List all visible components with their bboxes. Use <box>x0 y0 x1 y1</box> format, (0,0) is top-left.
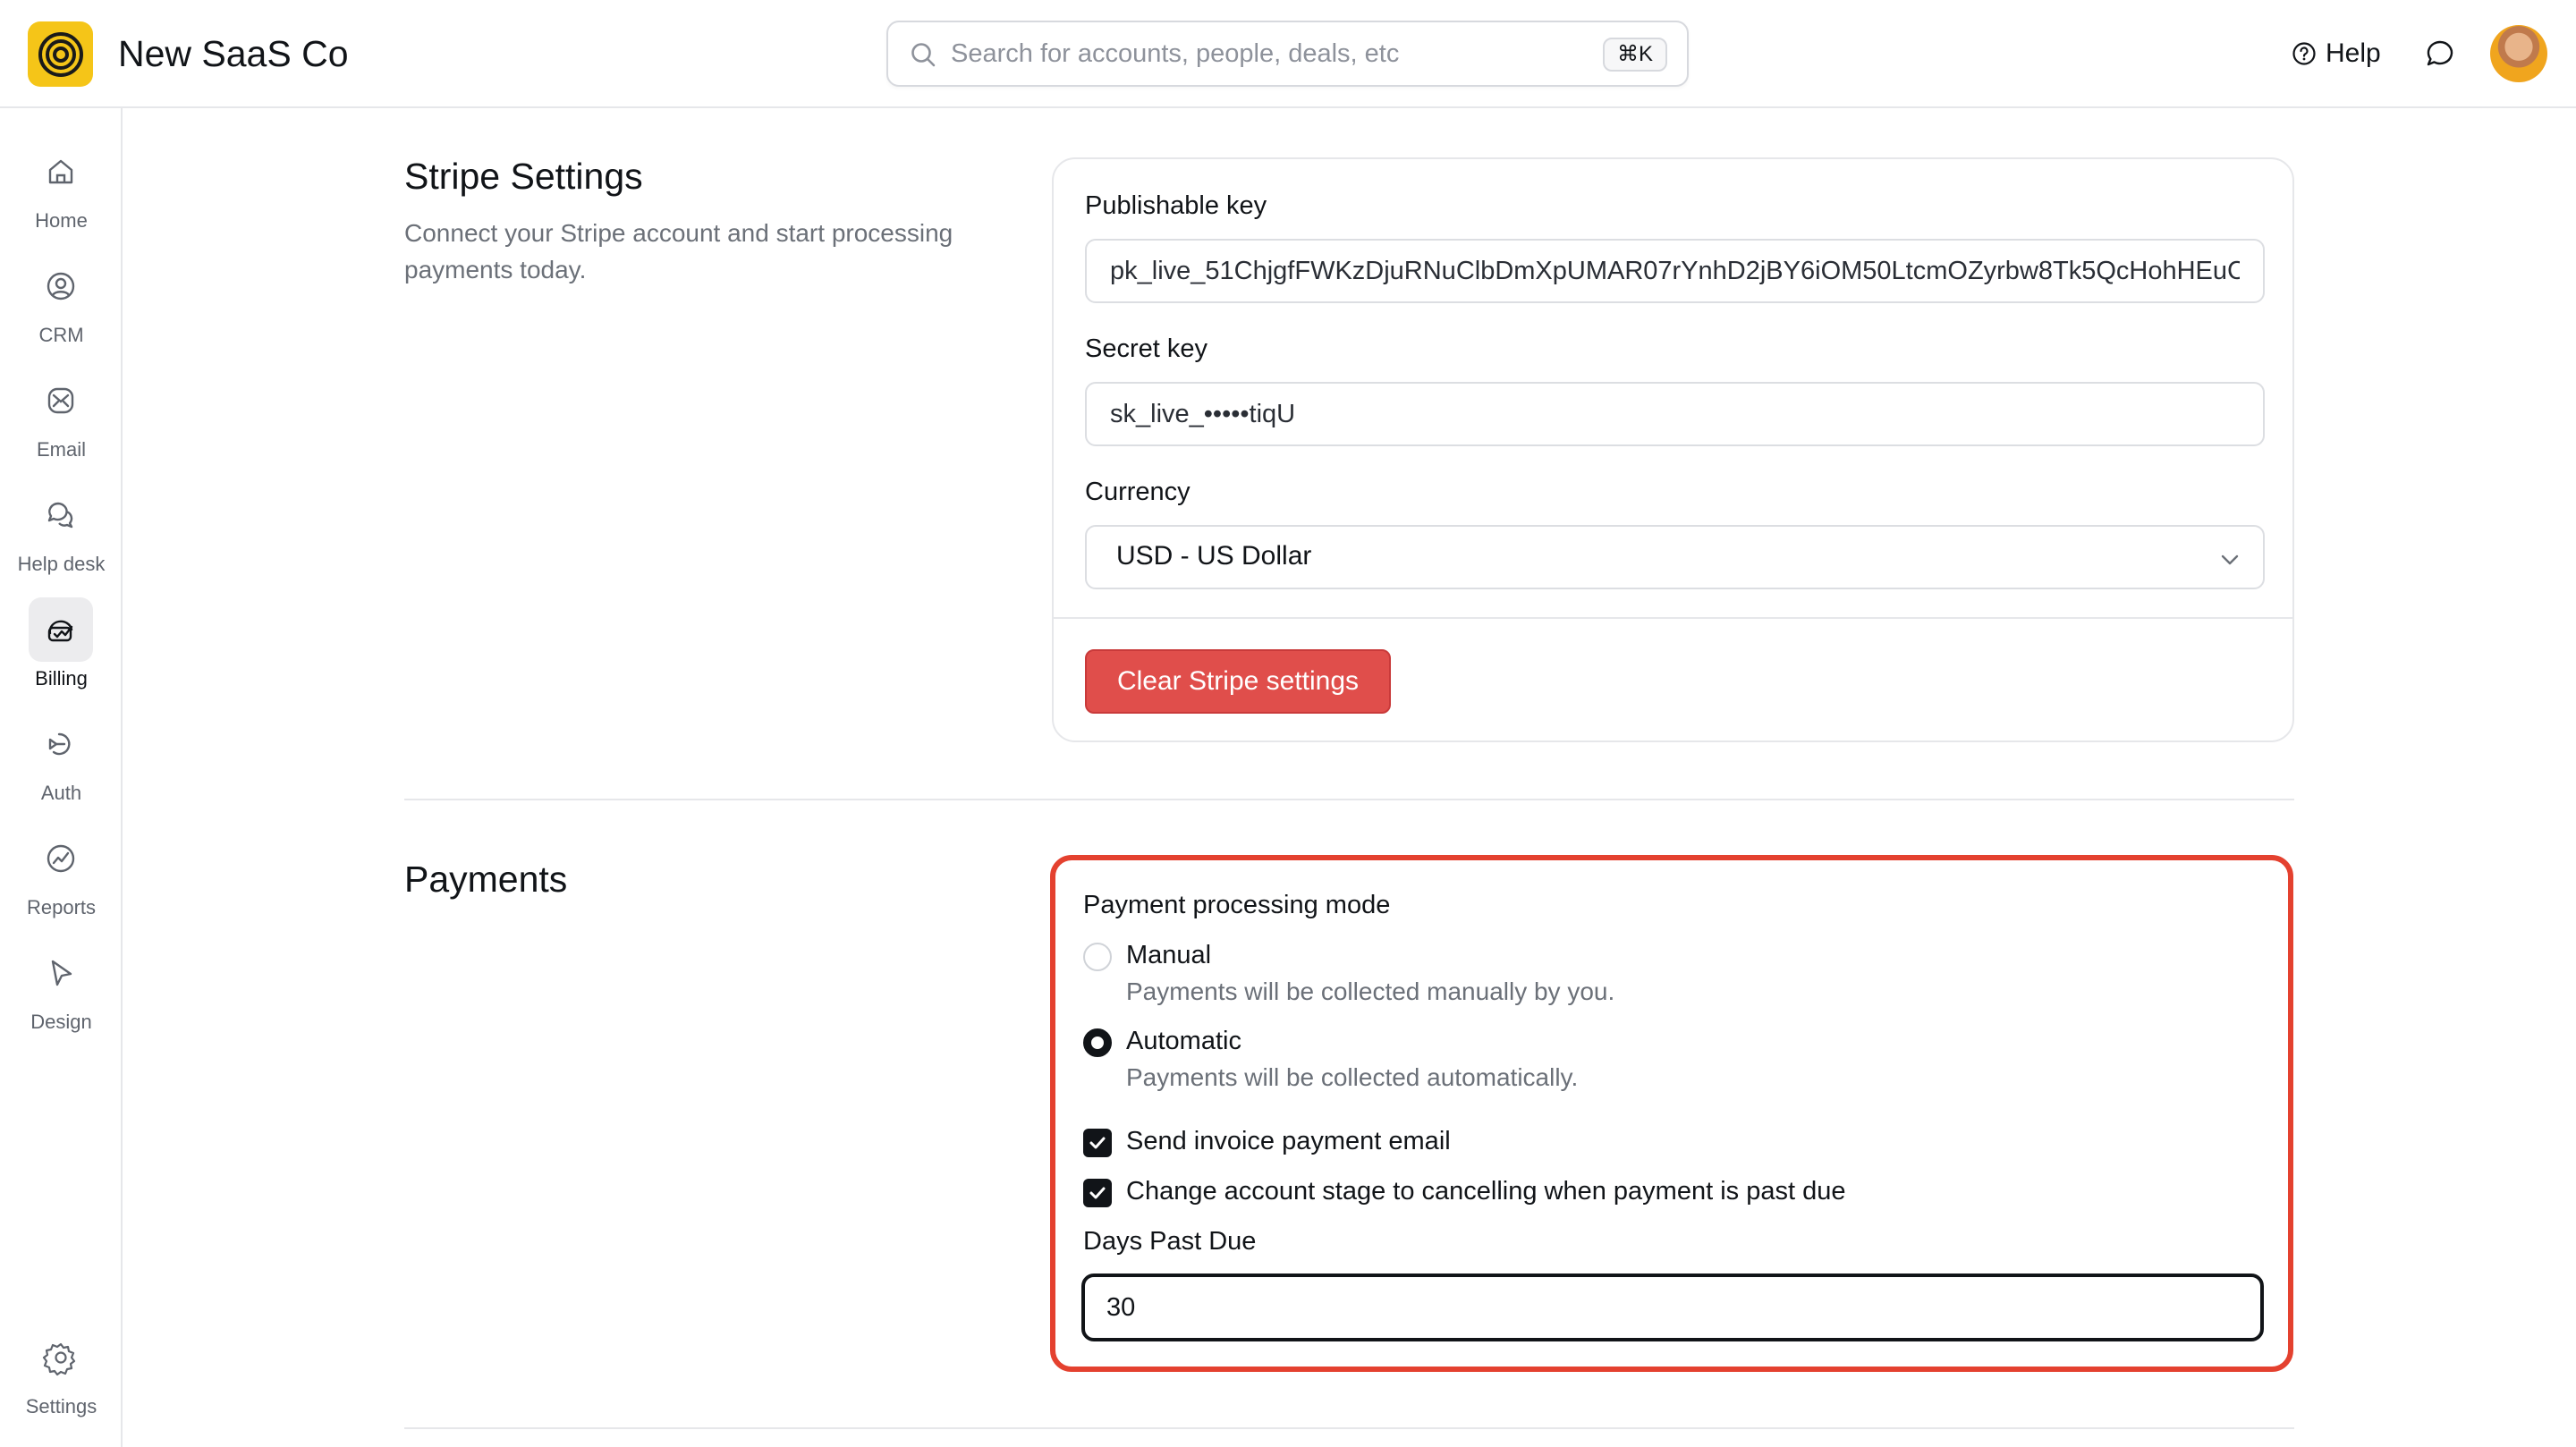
gear-icon <box>29 1325 93 1390</box>
help-button[interactable]: Help <box>2292 36 2381 72</box>
checkmark-icon <box>1089 1137 1106 1149</box>
chat-bubbles-icon <box>29 483 93 547</box>
app-name: New SaaS Co <box>118 33 349 74</box>
search-icon <box>911 43 936 67</box>
change-stage-label: Change account stage to cancelling when … <box>1126 1177 1846 1206</box>
secret-key-label: Secret key <box>1085 334 1208 363</box>
sidebar-item-label: Home <box>35 209 88 232</box>
send-invoice-checkbox[interactable] <box>1083 1129 1112 1157</box>
secret-key-input[interactable] <box>1085 382 2265 446</box>
stripe-subtitle-line: payments today. <box>404 256 587 283</box>
home-icon <box>29 140 93 204</box>
section-divider <box>404 1427 2294 1429</box>
card-divider <box>1054 617 2292 619</box>
question-circle-icon <box>2292 42 2316 65</box>
publishable-key-label: Publishable key <box>1085 191 1267 220</box>
user-avatar[interactable] <box>2490 25 2547 82</box>
manual-option-label: Manual <box>1126 941 1212 969</box>
global-search[interactable]: ⌘K <box>886 21 1689 87</box>
days-past-due-input[interactable] <box>1081 1274 2264 1341</box>
sidebar-item-label: Settings <box>25 1395 97 1417</box>
publishable-key-input[interactable] <box>1085 239 2265 303</box>
payments-title: Payments <box>404 859 568 900</box>
stripe-settings-subtitle: Connect your Stripe account and start pr… <box>404 215 953 288</box>
manual-radio[interactable] <box>1083 943 1112 971</box>
stripe-subtitle-line: Connect your Stripe account and start pr… <box>404 219 953 247</box>
top-bar: New SaaS Co ⌘K Help <box>0 0 2576 108</box>
user-circle-icon <box>29 254 93 318</box>
sidebar-item-label: Reports <box>26 896 97 918</box>
automatic-radio[interactable] <box>1083 1028 1112 1057</box>
automatic-option-description: Payments will be collected automatically… <box>1126 1063 1579 1091</box>
clear-stripe-settings-button[interactable]: Clear Stripe settings <box>1085 649 1391 714</box>
sidebar-item-billing[interactable]: Billing <box>0 597 123 696</box>
billing-icon <box>29 597 93 662</box>
sidebar-item-label: Email <box>36 438 86 461</box>
currency-select[interactable]: USD - US Dollar <box>1085 525 2265 589</box>
checkmark-icon <box>1089 1187 1106 1199</box>
send-invoice-label: Send invoice payment email <box>1126 1127 1451 1155</box>
sidebar-item-home[interactable]: Home <box>0 140 123 238</box>
sidebar-item-reports[interactable]: Reports <box>0 826 123 925</box>
sidebar-item-label: Design <box>30 1011 92 1033</box>
sidebar-item-design[interactable]: Design <box>0 941 123 1039</box>
sidebar-item-crm[interactable]: CRM <box>0 254 123 352</box>
sidebar-item-label: Help desk <box>17 553 106 575</box>
sidebar-nav: Home CRM Email Help desk Billing Auth Re… <box>0 108 123 1447</box>
chevron-down-icon <box>2221 554 2239 565</box>
currency-label: Currency <box>1085 478 1191 506</box>
logo-rings-icon <box>38 31 83 77</box>
sidebar-item-label: CRM <box>38 324 84 346</box>
automatic-option-label: Automatic <box>1126 1027 1241 1055</box>
sidebar-item-label: Auth <box>40 782 82 804</box>
mail-icon <box>29 368 93 433</box>
manual-option-description: Payments will be collected manually by y… <box>1126 977 1615 1005</box>
search-shortcut-badge: ⌘K <box>1602 38 1667 72</box>
chart-icon <box>29 826 93 891</box>
sidebar-item-settings[interactable]: Settings <box>0 1325 123 1424</box>
stripe-settings-title: Stripe Settings <box>404 156 643 197</box>
auth-icon <box>29 712 93 776</box>
currency-value: USD - US Dollar <box>1116 541 1312 571</box>
change-stage-checkbox[interactable] <box>1083 1179 1112 1207</box>
search-input[interactable] <box>951 35 1577 72</box>
stripe-settings-card: Publishable key Secret key Currency USD … <box>1052 157 2294 742</box>
sidebar-item-label: Billing <box>35 667 88 690</box>
sidebar-item-email[interactable]: Email <box>0 368 123 467</box>
days-past-due-label: Days Past Due <box>1083 1227 1257 1256</box>
payment-mode-label: Payment processing mode <box>1083 891 1391 919</box>
help-label: Help <box>2326 38 2381 68</box>
sidebar-item-auth[interactable]: Auth <box>0 712 123 810</box>
section-divider <box>404 799 2294 800</box>
chat-bubble-icon[interactable] <box>2424 38 2456 70</box>
sidebar-item-help-desk[interactable]: Help desk <box>0 483 123 581</box>
cursor-icon <box>29 941 93 1005</box>
app-logo[interactable] <box>28 21 93 87</box>
